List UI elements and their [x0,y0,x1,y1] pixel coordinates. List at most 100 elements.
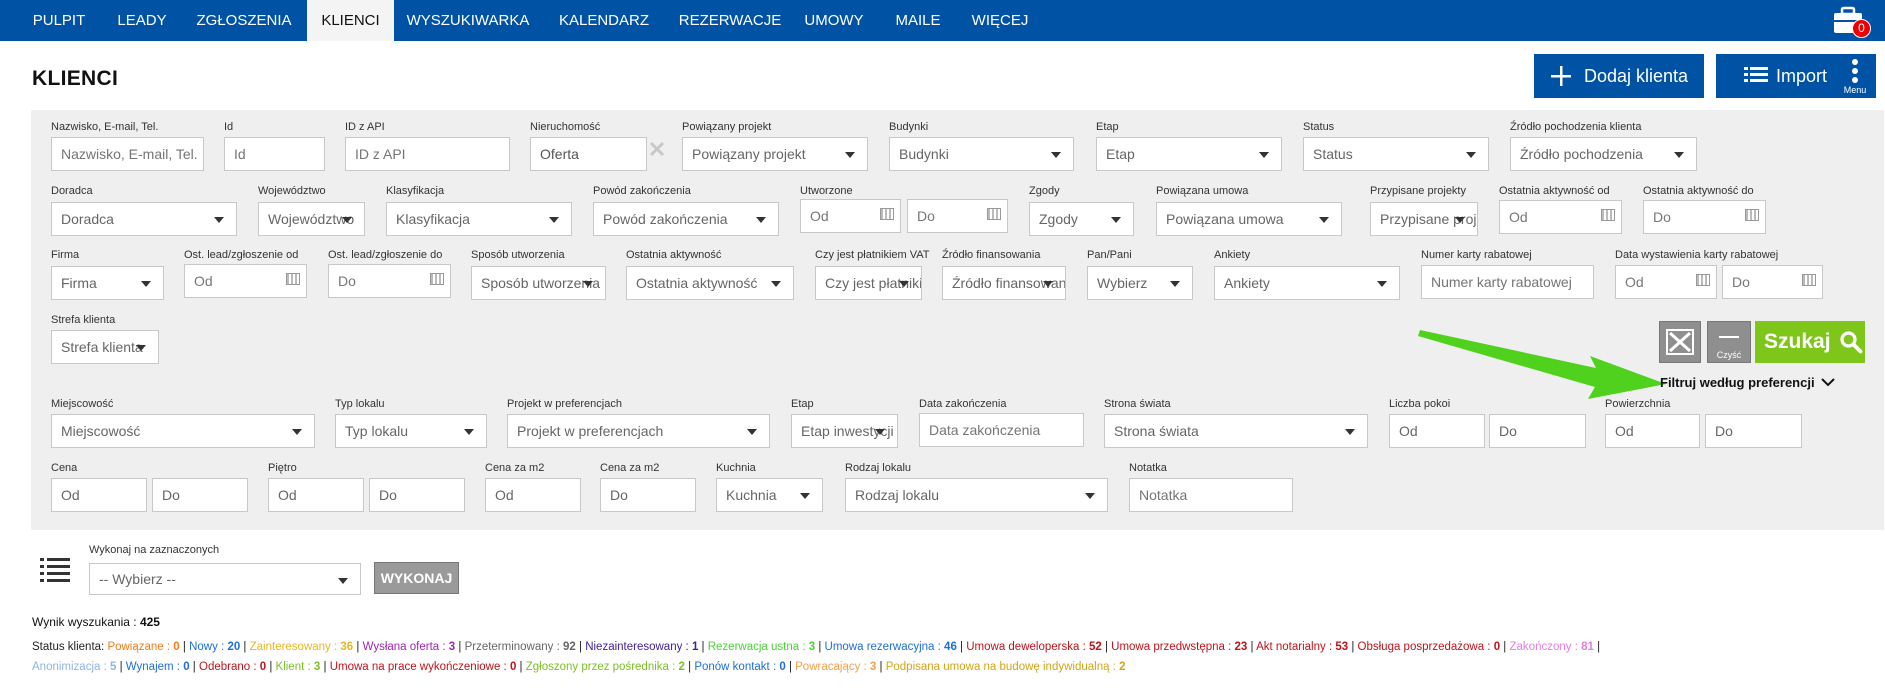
add-client-button[interactable]: Dodaj klienta [1534,54,1704,98]
vat-payer-select[interactable]: Czy jest płatnikiem VAT [815,266,922,300]
linked-contract-select[interactable]: Powiązana umowa [1156,202,1342,236]
status-filter-link[interactable]: Umowa na prace wykończeniowe : 0 [330,661,517,673]
classification-select[interactable]: Klasyfikacja [386,202,572,236]
pref-project-select[interactable]: Projekt w preferencjach [507,414,770,448]
rooms-to-input[interactable]: Do [1489,414,1586,448]
status-filter-link[interactable]: Nowy : 20 [189,641,240,653]
creation-method-select[interactable]: Sposób utworzenia [471,266,606,300]
card-number-input[interactable] [1421,265,1594,299]
rooms-from-input[interactable]: Od [1389,414,1485,448]
status-filter-link[interactable]: Rezerwacja ustna : 3 [708,641,815,653]
status-filter-link[interactable]: Niezainteresowany : 1 [585,641,698,653]
assigned-projects-select[interactable]: Przypisane projekty [1370,202,1478,236]
api-id-input[interactable] [345,137,510,171]
status-filter-link[interactable]: Powiązane : 0 [107,641,179,653]
unit-kind-select[interactable]: Rodzaj lokalu [845,478,1108,512]
status-filter-link[interactable]: Odebrano : 0 [199,661,266,673]
nav-wiecej[interactable]: WIĘCEJ [964,0,1036,41]
company-select[interactable]: Firma [51,266,164,300]
card-date-from-input[interactable]: Od [1615,265,1717,299]
price-m2-to-input[interactable]: Do [600,478,696,512]
status-filter-link[interactable]: Podpisana umowa na budowę indywidualną :… [886,661,1126,673]
orientation-select[interactable]: Strona świata [1104,414,1368,448]
id-input[interactable] [224,137,325,171]
price-m2-from-input[interactable]: Od [485,478,581,512]
execute-button[interactable]: WYKONAJ [374,562,459,594]
property-input[interactable]: Oferta [530,137,647,171]
city-select[interactable]: Miejscowość [51,414,315,448]
name-search-input[interactable] [51,137,204,171]
area-to-input[interactable]: Do [1705,414,1802,448]
status-name: Niezainteresowany : [585,641,692,653]
status-separator: | [876,661,886,673]
kitchen-select[interactable]: Kuchnia [716,478,823,512]
status-filter-link[interactable]: Zgłoszony przez pośrednika : 2 [526,661,685,673]
status-filter-link[interactable]: Anonimizacja : 5 [32,661,116,673]
vat-payer-label: Czy jest płatnikiem VAT [815,249,930,261]
lead-to-input[interactable]: Do [328,264,451,298]
nav-pulpit[interactable]: PULPIT [18,0,100,41]
clear-button[interactable]: Czyść [1707,321,1751,363]
unit-type-select[interactable]: Typ lokalu [335,414,487,448]
last-activity-to-input[interactable]: Do [1643,200,1766,234]
status-filter-link[interactable]: Zakończony : 81 [1510,641,1594,653]
last-activity-from-input[interactable]: Od [1499,200,1622,234]
clear-x-icon[interactable] [648,140,666,158]
financing-select[interactable]: Źródło finansowania [942,266,1066,300]
nav-maile[interactable]: MAILE [876,0,960,41]
last-activity-select[interactable]: Ostatnia aktywność [626,266,794,300]
status-filter-link[interactable]: Obsługa posprzedażowa : 0 [1358,641,1501,653]
bulk-action-select[interactable]: -- Wybierz -- [89,563,361,595]
status-filter-link[interactable]: Umowa przedwstępna : 23 [1111,641,1247,653]
note-input[interactable] [1129,478,1293,512]
status-filter-link[interactable]: Ponów kontakt : 0 [694,661,785,673]
area-from-input[interactable]: Od [1605,414,1700,448]
nav-kalendarz[interactable]: KALENDARZ [544,0,664,41]
created-from-input[interactable]: Od [800,199,901,233]
surveys-select[interactable]: Ankiety [1214,266,1400,300]
status-filter-link[interactable]: Klient : 3 [276,661,321,673]
list-icon [1743,67,1768,82]
status-filter-link[interactable]: Umowa rezerwacyjna : 46 [825,641,957,653]
preference-filter-toggle[interactable]: Filtruj według preferencji [1660,375,1835,390]
excel-export-button[interactable] [1659,321,1701,363]
created-to-input[interactable]: Do [907,199,1008,233]
end-date-input[interactable] [919,413,1084,447]
status-filter-link[interactable]: Umowa deweloperska : 52 [966,641,1102,653]
buildings-select[interactable]: Budynki [889,137,1074,171]
voivodeship-select[interactable]: Województwo [258,202,365,236]
stage-select[interactable]: Etap [1096,137,1282,171]
status-filter-link[interactable]: Zainteresowany : 36 [250,641,354,653]
search-button[interactable]: Szukaj [1755,321,1865,363]
nav-klienci[interactable]: KLIENCI [307,0,394,41]
pref-stage-select[interactable]: Etap inwestycji [791,414,898,448]
card-date-to-input[interactable]: Do [1722,265,1823,299]
status-filter-link[interactable]: Powracający : 3 [795,661,876,673]
nav-wyszukiwarka[interactable]: WYSZUKIWARKA [398,0,538,41]
results-count: 425 [139,615,160,629]
salutation-select[interactable]: Wybierz [1087,266,1193,300]
menu-button[interactable]: Menu [1834,54,1876,98]
status-filter-link[interactable]: Przeterminowany : 92 [465,641,576,653]
status-filter-link[interactable]: Wynajem : 0 [126,661,190,673]
source-select[interactable]: Źródło pochodzenia [1510,137,1697,171]
price-from-input[interactable]: Od [51,478,147,512]
lead-from-input[interactable]: Od [184,264,307,298]
nav-leady[interactable]: LEADY [102,0,182,41]
nav-umowy[interactable]: UMOWY [796,0,872,41]
zone-select[interactable]: Strefa klienta [51,330,159,364]
floor-from-input[interactable]: Od [268,478,364,512]
advisor-select[interactable]: Doradca [51,202,237,236]
status-filter-link[interactable]: Wysłana oferta : 3 [363,641,456,653]
end-reason-select[interactable]: Powód zakończenia [593,202,779,236]
floor-to-input[interactable]: Do [369,478,465,512]
nav-zgloszenia[interactable]: ZGŁOSZENIA [186,0,302,41]
nav-rezerwacje[interactable]: REZERWACJE [668,0,792,41]
status-filter-link[interactable]: Akt notarialny : 53 [1256,641,1348,653]
status-separator: | [179,641,190,653]
list-view-icon[interactable] [40,556,70,584]
status-select[interactable]: Status [1303,137,1489,171]
project-select[interactable]: Powiązany projekt [682,137,868,171]
price-to-input[interactable]: Do [152,478,248,512]
consents-select[interactable]: Zgody [1029,202,1134,236]
